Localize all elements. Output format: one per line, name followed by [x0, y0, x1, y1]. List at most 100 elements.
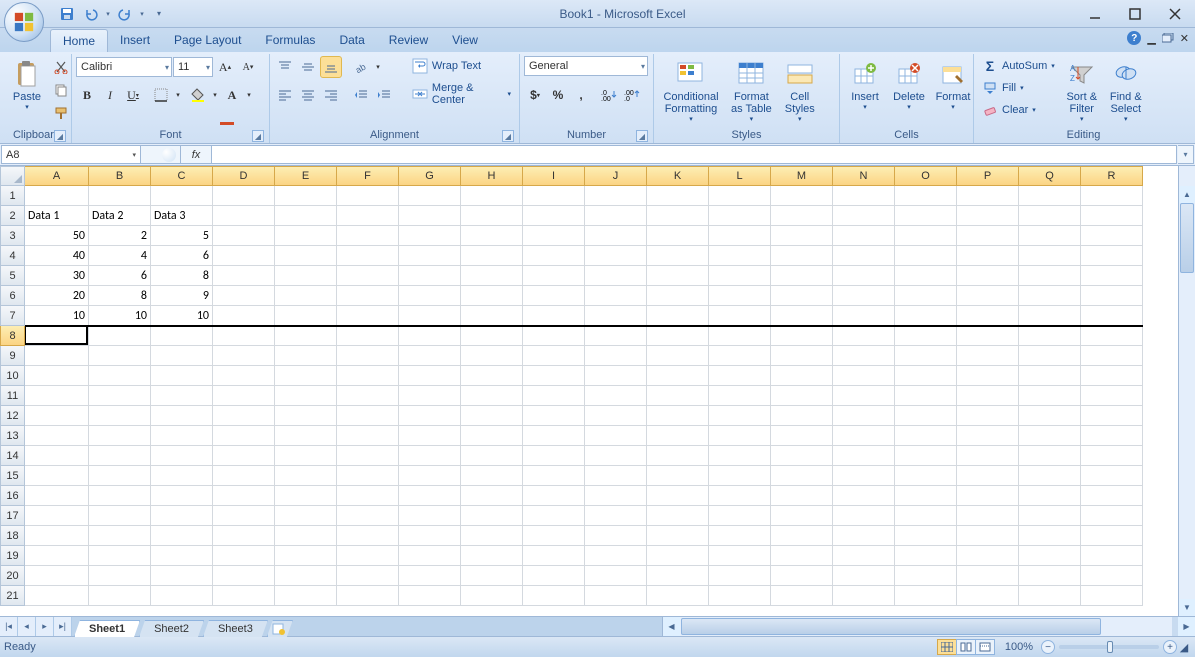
cell-A11[interactable]: [25, 386, 89, 406]
column-header-L[interactable]: L: [709, 166, 771, 186]
cell-E16[interactable]: [275, 486, 337, 506]
cell-B17[interactable]: [89, 506, 151, 526]
cell-B5[interactable]: 6: [89, 266, 151, 286]
cell-P21[interactable]: [957, 586, 1019, 606]
cell-R3[interactable]: [1081, 226, 1143, 246]
cell-R18[interactable]: [1081, 526, 1143, 546]
row-header-16[interactable]: 16: [0, 486, 25, 506]
cell-F6[interactable]: [337, 286, 399, 306]
cell-Q21[interactable]: [1019, 586, 1081, 606]
format-cells-button[interactable]: Format▾: [932, 56, 974, 114]
increase-decimal-button[interactable]: .0.00: [598, 84, 620, 106]
cell-R1[interactable]: [1081, 186, 1143, 206]
row-header-20[interactable]: 20: [0, 566, 25, 586]
cell-A19[interactable]: [25, 546, 89, 566]
cell-B16[interactable]: [89, 486, 151, 506]
cell-O3[interactable]: [895, 226, 957, 246]
cell-styles-button[interactable]: Cell Styles▾: [779, 56, 821, 126]
cell-H3[interactable]: [461, 226, 523, 246]
vertical-scrollbar[interactable]: ▲ ▼: [1178, 186, 1195, 616]
cell-R10[interactable]: [1081, 366, 1143, 386]
cell-I8[interactable]: [523, 326, 585, 346]
cell-N1[interactable]: [833, 186, 895, 206]
cell-N11[interactable]: [833, 386, 895, 406]
cell-K20[interactable]: [647, 566, 709, 586]
cell-P11[interactable]: [957, 386, 1019, 406]
cell-J3[interactable]: [585, 226, 647, 246]
cell-B15[interactable]: [89, 466, 151, 486]
cell-Q13[interactable]: [1019, 426, 1081, 446]
cell-P15[interactable]: [957, 466, 1019, 486]
cell-J8[interactable]: [585, 326, 647, 346]
cell-N18[interactable]: [833, 526, 895, 546]
cell-O9[interactable]: [895, 346, 957, 366]
cell-O14[interactable]: [895, 446, 957, 466]
cell-I10[interactable]: [523, 366, 585, 386]
cell-H20[interactable]: [461, 566, 523, 586]
cell-B6[interactable]: 8: [89, 286, 151, 306]
zoom-in-button[interactable]: +: [1163, 640, 1177, 654]
row-header-9[interactable]: 9: [0, 346, 25, 366]
column-header-K[interactable]: K: [647, 166, 709, 186]
cell-D16[interactable]: [213, 486, 275, 506]
ribbon-tab-review[interactable]: Review: [377, 29, 440, 52]
comma-format-button[interactable]: ,: [570, 84, 592, 106]
delete-cells-button[interactable]: Delete▾: [888, 56, 930, 114]
cell-B2[interactable]: Data 2: [89, 206, 151, 226]
row-header-19[interactable]: 19: [0, 546, 25, 566]
cell-I18[interactable]: [523, 526, 585, 546]
cell-P19[interactable]: [957, 546, 1019, 566]
cell-P17[interactable]: [957, 506, 1019, 526]
cell-H4[interactable]: [461, 246, 523, 266]
cell-A20[interactable]: [25, 566, 89, 586]
cell-M16[interactable]: [771, 486, 833, 506]
cell-O18[interactable]: [895, 526, 957, 546]
format-painter-button[interactable]: [50, 102, 72, 124]
row-header-5[interactable]: 5: [0, 266, 25, 286]
cell-K9[interactable]: [647, 346, 709, 366]
cell-B11[interactable]: [89, 386, 151, 406]
cell-B19[interactable]: [89, 546, 151, 566]
cell-H5[interactable]: [461, 266, 523, 286]
cell-B7[interactable]: 10: [89, 306, 151, 326]
cell-J4[interactable]: [585, 246, 647, 266]
cell-B8[interactable]: [89, 326, 151, 346]
row-header-13[interactable]: 13: [0, 426, 25, 446]
cell-O10[interactable]: [895, 366, 957, 386]
cell-L13[interactable]: [709, 426, 771, 446]
font-color-button[interactable]: A: [221, 84, 243, 106]
find-select-button[interactable]: Find & Select▾: [1105, 56, 1147, 126]
cell-E5[interactable]: [275, 266, 337, 286]
cell-O15[interactable]: [895, 466, 957, 486]
cell-G1[interactable]: [399, 186, 461, 206]
column-header-A[interactable]: A: [25, 166, 89, 186]
cell-L15[interactable]: [709, 466, 771, 486]
formula-bar-input[interactable]: [211, 145, 1177, 164]
insert-sheet-button[interactable]: [267, 620, 293, 637]
cell-F11[interactable]: [337, 386, 399, 406]
cell-N8[interactable]: [833, 326, 895, 346]
column-header-P[interactable]: P: [957, 166, 1019, 186]
cell-R5[interactable]: [1081, 266, 1143, 286]
cell-A9[interactable]: [25, 346, 89, 366]
cell-E2[interactable]: [275, 206, 337, 226]
resize-grip[interactable]: ◢: [1177, 641, 1191, 654]
cell-F10[interactable]: [337, 366, 399, 386]
number-format-combo[interactable]: General▾: [524, 56, 648, 76]
cell-O6[interactable]: [895, 286, 957, 306]
cell-J17[interactable]: [585, 506, 647, 526]
cell-Q9[interactable]: [1019, 346, 1081, 366]
scroll-left-button[interactable]: ◀: [663, 617, 680, 636]
cell-M21[interactable]: [771, 586, 833, 606]
font-launcher[interactable]: ◢: [252, 130, 264, 142]
normal-view-button[interactable]: [937, 639, 957, 655]
cell-Q16[interactable]: [1019, 486, 1081, 506]
cell-K14[interactable]: [647, 446, 709, 466]
cell-E7[interactable]: [275, 306, 337, 326]
cell-A7[interactable]: 10: [25, 306, 89, 326]
row-header-4[interactable]: 4: [0, 246, 25, 266]
cell-K8[interactable]: [647, 326, 709, 346]
align-right-button[interactable]: [320, 84, 342, 106]
cell-J11[interactable]: [585, 386, 647, 406]
cell-P6[interactable]: [957, 286, 1019, 306]
